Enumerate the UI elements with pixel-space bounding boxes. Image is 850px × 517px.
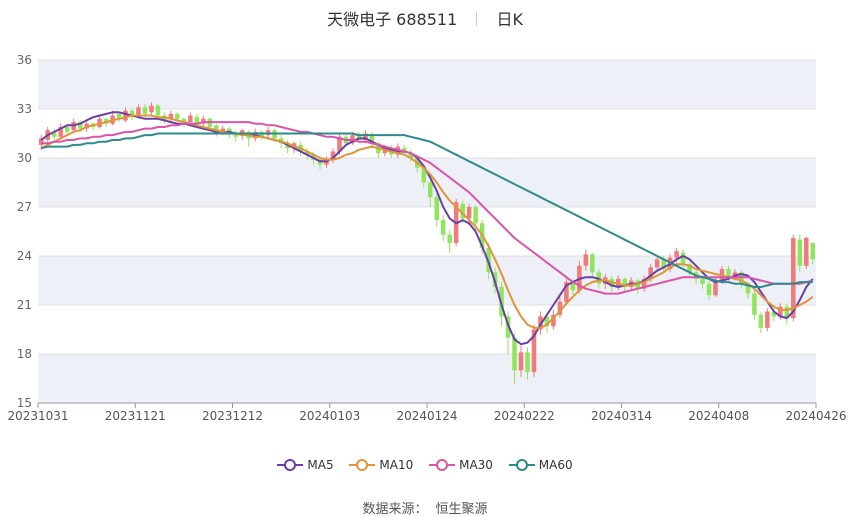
candle-body [674, 251, 679, 258]
legend-ma60[interactable]: MA60 [508, 458, 573, 472]
candle-body [518, 352, 524, 371]
candle-body [149, 105, 154, 113]
x-tick-label: 20240222 [494, 409, 555, 423]
legend: MA5 MA10 MA30 MA60 [0, 458, 850, 472]
y-tick-label: 21 [17, 298, 32, 312]
candle-body [804, 238, 809, 266]
grid-band [38, 256, 816, 305]
candle-body [434, 197, 439, 221]
candle-body [427, 182, 433, 198]
legend-ma60-icon [508, 459, 535, 471]
candle-body [765, 311, 770, 328]
candle-body [590, 254, 595, 273]
y-tick-label: 15 [17, 396, 32, 410]
candle-body [64, 126, 70, 132]
candle-body [440, 220, 446, 235]
y-tick-label: 24 [17, 249, 32, 263]
x-tick-label: 20240124 [396, 409, 457, 423]
kline-chart: 15 18 21 24 27 30 33 36 20231031 20231121 20231212… [7, 53, 846, 423]
candle-body [797, 239, 803, 266]
legend-ma5-label: MA5 [307, 458, 334, 472]
y-tick-label: 33 [17, 102, 32, 116]
candle-body [447, 234, 452, 243]
candle-body [791, 238, 796, 319]
legend-ma5-icon [277, 459, 304, 471]
candle-body [142, 107, 148, 114]
candle-body [706, 283, 712, 296]
legend-ma30[interactable]: MA30 [429, 458, 493, 472]
candle-body [680, 252, 686, 265]
y-tick-label: 18 [17, 347, 32, 361]
y-tick-label: 27 [17, 200, 32, 214]
candle-body [752, 293, 757, 315]
legend-ma10-icon [349, 459, 376, 471]
y-tick-label: 30 [17, 151, 32, 165]
grid-band [38, 354, 816, 403]
x-tick-label: 20240408 [688, 409, 749, 423]
candle-body [525, 352, 530, 372]
chart-app: 天微电子 688511 日K 15 18 21 24 27 30 33 36 20231031 2… [0, 0, 850, 517]
legend-ma30-label: MA30 [459, 458, 493, 472]
legend-ma10[interactable]: MA10 [349, 458, 413, 472]
candle-body [466, 207, 472, 219]
data-source: 数据来源： 恒生聚源 [0, 498, 850, 517]
candle-body [700, 278, 705, 284]
series-line-ma5 [40, 111, 814, 346]
source-label: 数据来源： [362, 502, 428, 517]
source-value: 恒生聚源 [435, 502, 488, 517]
legend-ma10-label: MA10 [379, 458, 414, 472]
candle-body [188, 115, 193, 123]
y-tick-label: 36 [17, 53, 32, 67]
candle-body [473, 207, 478, 224]
grid-band [38, 158, 816, 207]
legend-ma5[interactable]: MA5 [277, 458, 334, 472]
candle-body [175, 113, 180, 119]
x-tick-label: 20231031 [7, 409, 68, 423]
legend-ma30-icon [429, 459, 456, 471]
candle-body [654, 259, 660, 268]
candle-body [155, 105, 161, 116]
grid-band [38, 60, 816, 109]
x-tick-label: 20240103 [299, 409, 360, 423]
x-tick-label: 20240426 [785, 409, 846, 423]
legend-ma60-label: MA60 [538, 458, 573, 472]
x-tick-label: 20231121 [105, 409, 166, 423]
candle-body [758, 314, 764, 328]
candle-body [123, 110, 128, 121]
candle-body [136, 107, 141, 116]
x-tick-label: 20240314 [591, 409, 652, 423]
candle-body [512, 337, 517, 371]
candle-body [583, 254, 589, 266]
x-tick-label: 20231212 [202, 409, 263, 423]
candle-body [810, 242, 816, 260]
